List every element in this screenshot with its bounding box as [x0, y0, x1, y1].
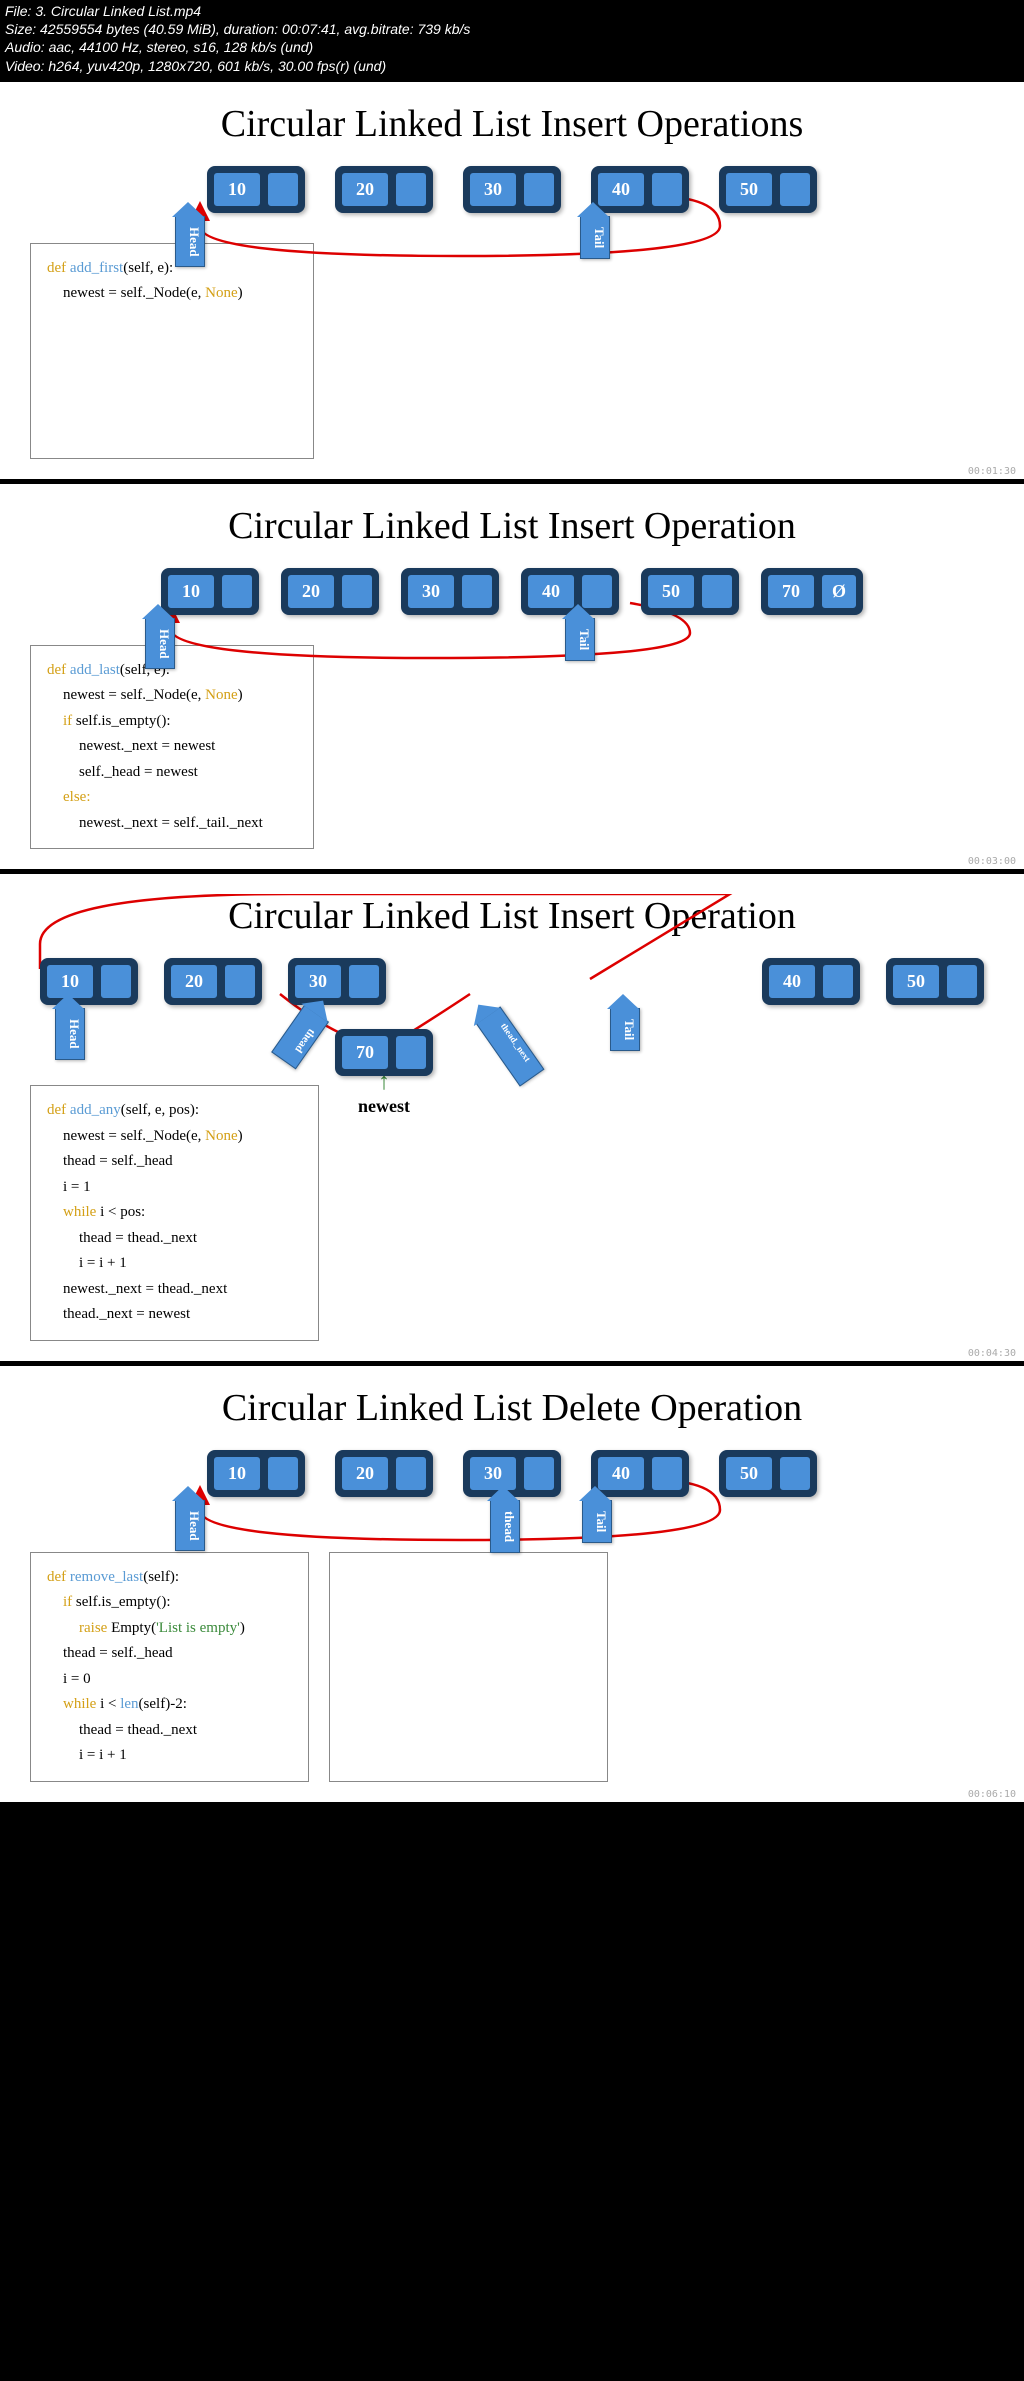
meta-size: Size: 42559554 bytes (40.59 MiB), durati…: [5, 20, 1019, 38]
slide4-title: Circular Linked List Delete Operation: [30, 1386, 994, 1430]
slide3-code: def add_any(self, e, pos): newest = self…: [30, 1085, 319, 1341]
head-pointer: Head: [55, 1008, 85, 1060]
thead-pointer: thead: [271, 1005, 329, 1070]
head-pointer: Head: [175, 1500, 205, 1552]
node: 50: [886, 958, 984, 1005]
head-pointer: Head: [145, 618, 175, 670]
up-arrow-icon: ↑: [335, 1076, 433, 1088]
slide2-title: Circular Linked List Insert Operation: [30, 504, 994, 548]
node: 10→: [161, 568, 259, 615]
slide4-code-row: def remove_last(self): if self.is_empty(…: [30, 1527, 994, 1782]
node: 50: [719, 1450, 817, 1497]
newest-node: 70 ↑ newest: [335, 1029, 433, 1117]
node: 20→: [281, 568, 379, 615]
slide4-code: def remove_last(self): if self.is_empty(…: [30, 1552, 309, 1782]
node: 50→: [641, 568, 739, 615]
file-meta-block: File: 3. Circular Linked List.mp4 Size: …: [0, 0, 1024, 77]
tail-pointer: Tail: [610, 1008, 640, 1051]
slide3-node-row: 10→ 20→ 30 40→ 50 Head thead thead._next…: [40, 958, 984, 1005]
thead-next-pointer: thead._next: [476, 1007, 545, 1087]
slide-4: Circular Linked List Delete Operation 10…: [0, 1366, 1024, 1802]
slide4-code-empty: [329, 1552, 608, 1782]
node: 20→: [335, 166, 433, 213]
thead-pointer: thead: [490, 1500, 520, 1553]
slide1-code: def add_first(self, e): newest = self._N…: [30, 243, 314, 459]
slide1-title: Circular Linked List Insert Operations: [30, 102, 994, 146]
node: 30→: [463, 166, 561, 213]
node: 40→: [762, 958, 860, 1005]
node: 30: [288, 958, 386, 1005]
slide-3: Circular Linked List Insert Operation 10…: [0, 874, 1024, 1361]
slide2-code: def add_last(self, e): newest = self._No…: [30, 645, 314, 850]
meta-audio: Audio: aac, 44100 Hz, stereo, s16, 128 k…: [5, 38, 1019, 56]
slide4-timestamp: 00:06:10: [968, 1789, 1016, 1800]
node: 10→: [207, 166, 305, 213]
slide2-node-row: 10→ 20→ 30→ 40→ 50→ 70Ø Head Tail: [30, 568, 994, 615]
tail-pointer: Tail: [580, 216, 610, 259]
slide-2: Circular Linked List Insert Operation 10…: [0, 484, 1024, 870]
head-pointer: Head: [175, 216, 205, 268]
node: 10→: [207, 1450, 305, 1497]
node: 30→: [401, 568, 499, 615]
meta-video: Video: h264, yuv420p, 1280x720, 601 kb/s…: [5, 57, 1019, 75]
meta-file: File: 3. Circular Linked List.mp4: [5, 2, 1019, 20]
node: 20→: [164, 958, 262, 1005]
slide1-timestamp: 00:01:30: [968, 466, 1016, 477]
slide3-title: Circular Linked List Insert Operation: [30, 894, 994, 938]
node: 20→: [335, 1450, 433, 1497]
slide1-node-row: 10→ 20→ 30→ 40→ 50 Head Tail: [30, 166, 994, 213]
slide4-node-row: 10→ 20→ 30→ 40→ 50 Head thead Tail: [30, 1450, 994, 1497]
tail-pointer: Tail: [582, 1500, 612, 1543]
slide-1: Circular Linked List Insert Operations 1…: [0, 82, 1024, 479]
tail-pointer: Tail: [565, 618, 595, 661]
slide3-timestamp: 00:04:30: [968, 1348, 1016, 1359]
slide2-timestamp: 00:03:00: [968, 856, 1016, 867]
node: 50: [719, 166, 817, 213]
node: 70Ø: [761, 568, 863, 615]
